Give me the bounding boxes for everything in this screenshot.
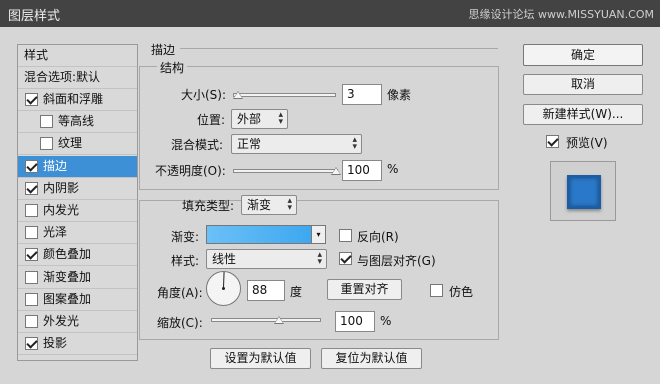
style-item[interactable]: 内阴影 bbox=[18, 178, 137, 200]
style-item-checkbox[interactable] bbox=[40, 115, 53, 129]
position-select[interactable]: 外部 ▴ ▾ bbox=[231, 109, 288, 129]
watermark: 思缘设计论坛 www.MISSYUAN.COM bbox=[468, 8, 654, 21]
style-item[interactable]: 描边 bbox=[18, 155, 137, 178]
size-unit: 像素 bbox=[387, 88, 412, 102]
style-item-label: 投影 bbox=[43, 336, 68, 351]
style-item[interactable]: 投影 bbox=[18, 333, 137, 356]
dither-label: 仿色 bbox=[449, 285, 474, 299]
style-item-label: 颜色叠加 bbox=[43, 247, 92, 262]
preview-label: 预览(V) bbox=[566, 136, 608, 150]
scale-slider-thumb[interactable] bbox=[274, 316, 285, 324]
style-item-checkbox[interactable] bbox=[25, 226, 38, 240]
opacity-slider[interactable] bbox=[233, 169, 338, 173]
opacity-input[interactable]: 100 bbox=[342, 160, 382, 181]
scale-label: 缩放(C): bbox=[157, 316, 203, 330]
style-preview bbox=[550, 161, 616, 221]
style-item[interactable]: 渐变叠加 bbox=[18, 267, 137, 289]
structure-title: 结构 bbox=[157, 59, 188, 76]
style-item[interactable]: 外发光 bbox=[18, 311, 137, 333]
position-label: 位置: bbox=[197, 113, 226, 127]
align-with-layer-checkbox[interactable] bbox=[339, 252, 352, 265]
blend-mode-select[interactable]: 正常 ▴ ▾ bbox=[231, 134, 362, 154]
angle-dial[interactable] bbox=[206, 271, 241, 306]
style-item-label: 纹理 bbox=[58, 136, 83, 151]
style-item-checkbox[interactable] bbox=[25, 204, 38, 217]
style-item[interactable]: 图案叠加 bbox=[18, 289, 137, 311]
style-item[interactable]: 斜面和浮雕 bbox=[18, 89, 137, 111]
style-list-header: 样式 bbox=[18, 45, 137, 67]
style-item-checkbox[interactable] bbox=[25, 93, 38, 106]
dither-checkbox[interactable] bbox=[430, 284, 443, 297]
style-item-checkbox[interactable] bbox=[25, 270, 38, 284]
style-item-label: 外发光 bbox=[43, 314, 80, 328]
style-label: 样式: bbox=[171, 254, 200, 268]
style-item[interactable]: 内发光 bbox=[18, 200, 137, 222]
opacity-slider-thumb[interactable] bbox=[330, 167, 341, 175]
style-item-checkbox[interactable] bbox=[25, 292, 38, 306]
window-title: 图层样式 bbox=[8, 9, 61, 24]
style-list: 样式 混合选项:默认 斜面和浮雕等高线纹理描边内阴影内发光光泽颜色叠加渐变叠加图… bbox=[17, 44, 138, 361]
gradient-label: 渐变: bbox=[171, 230, 200, 244]
size-slider-thumb[interactable] bbox=[232, 91, 243, 99]
style-item-checkbox[interactable] bbox=[40, 137, 53, 151]
fill-type-label: 填充类型: bbox=[182, 199, 235, 213]
reset-alignment-button[interactable]: 重置对齐 bbox=[327, 279, 402, 300]
style-item-label: 内阴影 bbox=[43, 180, 80, 195]
updown-arrows-icon: ▴ ▾ bbox=[317, 250, 322, 267]
gradient-dropdown-arrow-icon[interactable]: ▾ bbox=[312, 225, 326, 244]
preview-checkbox[interactable] bbox=[546, 135, 559, 148]
style-item-label: 等高线 bbox=[58, 114, 95, 129]
style-item-label: 光泽 bbox=[43, 225, 68, 240]
align-with-layer-label: 与图层对齐(G) bbox=[357, 254, 436, 268]
blend-mode-label: 混合模式: bbox=[171, 138, 224, 152]
style-item-checkbox[interactable] bbox=[25, 337, 38, 351]
scale-input[interactable]: 100 bbox=[335, 311, 375, 332]
style-item-checkbox[interactable] bbox=[25, 315, 38, 328]
style-item-checkbox[interactable] bbox=[25, 159, 38, 173]
angle-label: 角度(A): bbox=[157, 286, 203, 300]
size-input[interactable]: 3 bbox=[342, 84, 382, 105]
style-item-label: 描边 bbox=[43, 158, 68, 173]
stroke-title-rule bbox=[180, 48, 498, 49]
new-style-button[interactable]: 新建样式(W)... bbox=[523, 104, 643, 125]
style-item[interactable]: 等高线 bbox=[18, 111, 137, 134]
angle-unit: 度 bbox=[290, 285, 303, 299]
style-preview-swatch bbox=[567, 175, 601, 209]
stroke-title: 描边 bbox=[151, 43, 176, 57]
cancel-button[interactable]: 取消 bbox=[523, 74, 643, 95]
style-item[interactable]: 光泽 bbox=[18, 222, 137, 245]
scale-slider[interactable] bbox=[211, 318, 321, 322]
title-bar[interactable]: 图层样式 思缘设计论坛 www.MISSYUAN.COM bbox=[0, 0, 660, 27]
updown-arrows-icon: ▴ ▾ bbox=[287, 196, 292, 213]
opacity-label: 不透明度(O): bbox=[155, 164, 226, 178]
opacity-unit: % bbox=[387, 162, 399, 176]
style-select[interactable]: 线性 ▴ ▾ bbox=[206, 249, 327, 269]
set-default-button[interactable]: 设置为默认值 bbox=[210, 348, 311, 369]
style-item-label: 图案叠加 bbox=[43, 291, 92, 306]
style-item-label: 斜面和浮雕 bbox=[43, 92, 104, 106]
angle-dial-needle bbox=[223, 272, 225, 289]
style-item-label: 内发光 bbox=[43, 203, 80, 217]
style-item-label: 渐变叠加 bbox=[43, 269, 92, 284]
style-item[interactable]: 颜色叠加 bbox=[18, 244, 137, 267]
ok-button[interactable]: 确定 bbox=[523, 44, 643, 66]
style-item-checkbox[interactable] bbox=[25, 248, 38, 262]
style-item[interactable]: 纹理 bbox=[18, 133, 137, 156]
scale-unit: % bbox=[380, 314, 392, 328]
updown-arrows-icon: ▴ ▾ bbox=[278, 110, 283, 127]
size-label: 大小(S): bbox=[181, 88, 227, 102]
updown-arrows-icon: ▴ ▾ bbox=[352, 135, 357, 152]
blend-options-item[interactable]: 混合选项:默认 bbox=[18, 67, 137, 89]
fill-type-select[interactable]: 渐变 ▴ ▾ bbox=[241, 195, 297, 215]
size-slider[interactable] bbox=[233, 93, 336, 97]
style-item-checkbox[interactable] bbox=[25, 181, 38, 195]
reset-default-button[interactable]: 复位为默认值 bbox=[321, 348, 422, 369]
angle-dial-center bbox=[222, 287, 225, 290]
reverse-label: 反向(R) bbox=[357, 230, 399, 244]
gradient-swatch[interactable] bbox=[206, 225, 312, 244]
reverse-checkbox[interactable] bbox=[339, 229, 352, 242]
angle-input[interactable]: 88 bbox=[247, 280, 285, 301]
